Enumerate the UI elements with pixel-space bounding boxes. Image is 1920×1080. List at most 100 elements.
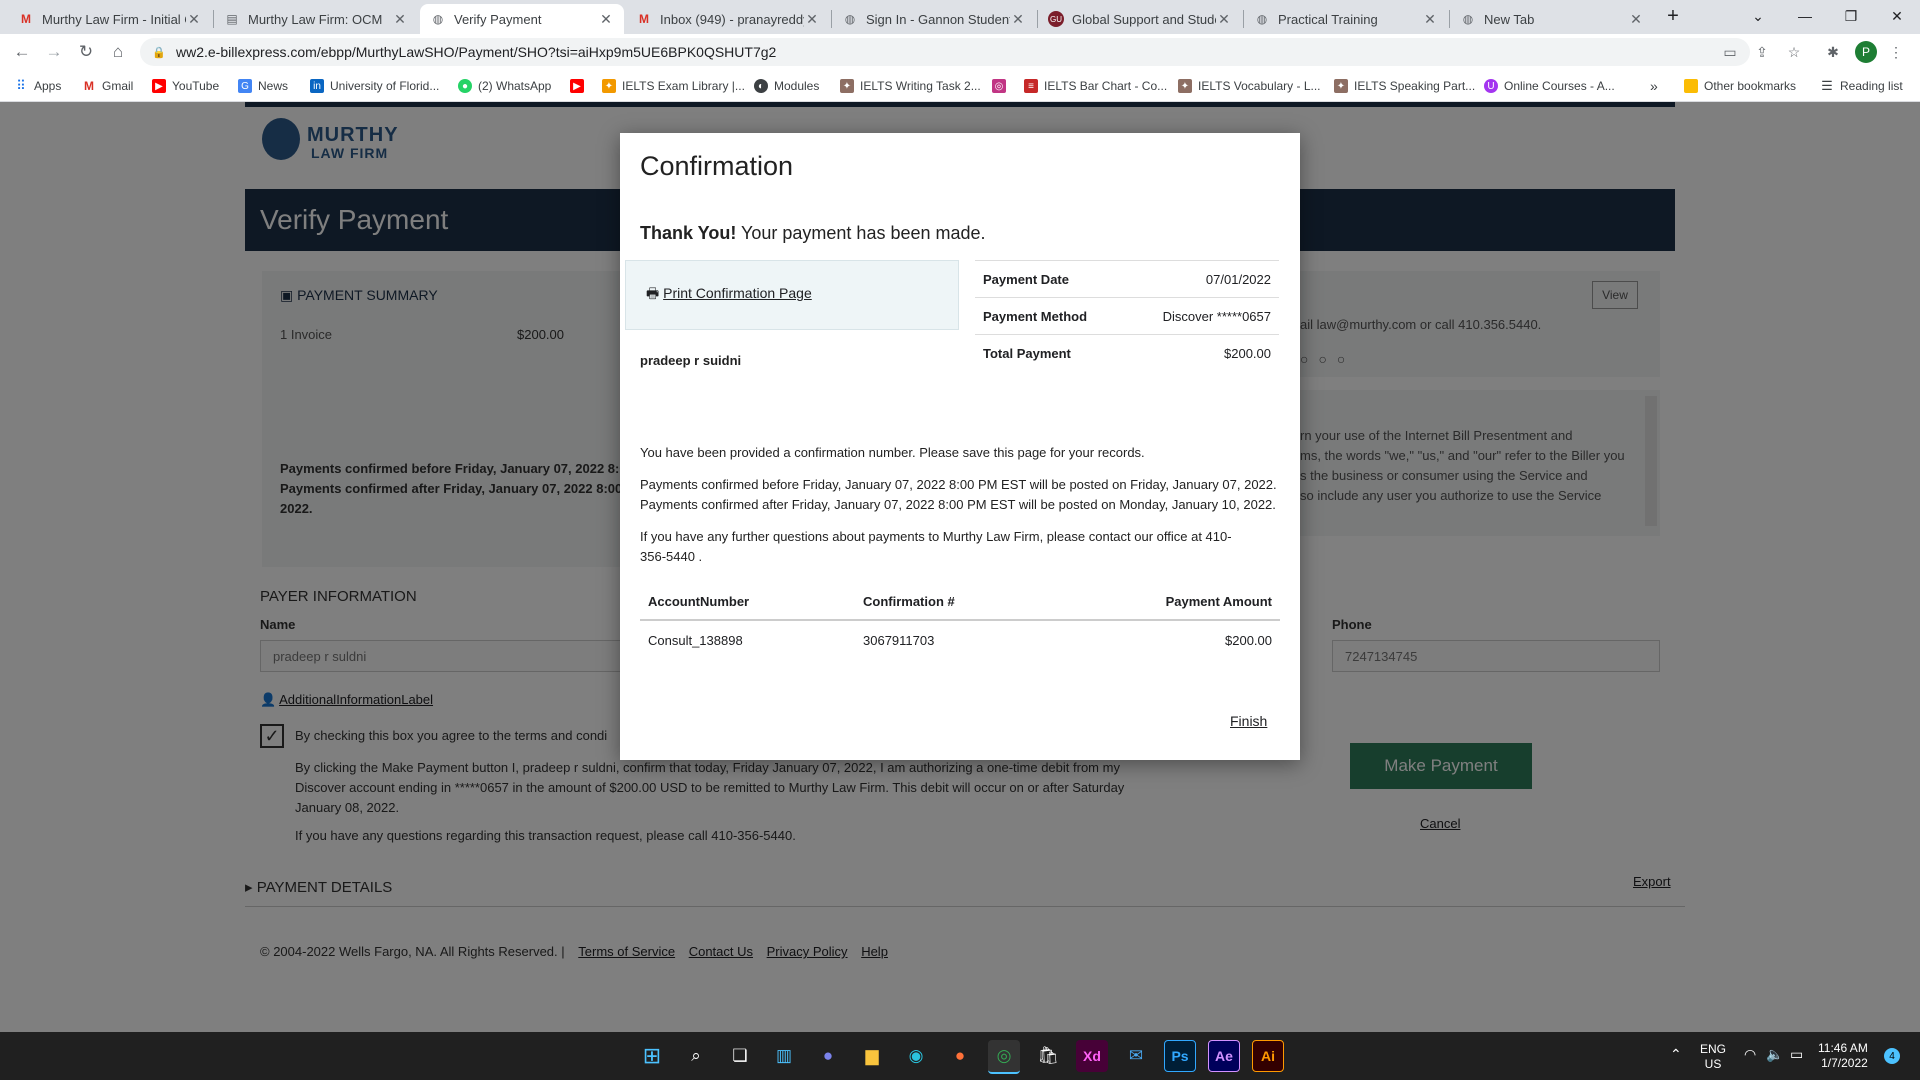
col-account-number: AccountNumber bbox=[648, 593, 750, 609]
bookmark-university[interactable]: in University of Florid... bbox=[310, 77, 439, 95]
payment-summary-table: Payment Date 07/01/2022 Payment Method Dis… bbox=[975, 260, 1279, 371]
reload-icon[interactable]: ↻ bbox=[74, 40, 98, 64]
bookmark-ielts-library[interactable]: ✦ IELTS Exam Library |... bbox=[602, 77, 745, 95]
tab-verify-payment[interactable]: ◍ Verify Payment ✕ bbox=[420, 4, 624, 34]
bookmark-ielts-vocabulary[interactable]: ✦ IELTS Vocabulary - L... bbox=[1178, 77, 1321, 95]
tab-inbox[interactable]: M Inbox (949) - pranayreddy ✕ bbox=[626, 4, 830, 34]
forward-arrow-icon[interactable]: → bbox=[42, 40, 66, 64]
account-number-cell: Consult_138898 bbox=[648, 632, 743, 648]
lock-icon[interactable]: 🔒 bbox=[152, 46, 166, 59]
notification-badge[interactable]: 4 bbox=[1884, 1048, 1900, 1064]
summary-row: Payment Date 07/01/2022 bbox=[975, 260, 1279, 298]
instagram-icon: ◎ bbox=[992, 79, 1006, 93]
volume-icon[interactable]: 🔈 bbox=[1766, 1046, 1783, 1063]
reading-list-icon: ☰ bbox=[1821, 78, 1833, 93]
bookmark-instagram[interactable]: ◎ bbox=[992, 77, 1012, 95]
url-text[interactable]: ww2.e-billexpress.com/ebpp/MurthyLawSHO/… bbox=[176, 44, 776, 60]
address-bar[interactable]: 🔒 ww2.e-billexpress.com/ebpp/MurthyLawSH… bbox=[140, 38, 1750, 66]
tab-murthy-ocm[interactable]: ▤ Murthy Law Firm: OCM ✕ bbox=[214, 4, 418, 34]
tab-new-tab[interactable]: ◍ New Tab ✕ bbox=[1450, 4, 1654, 34]
browser-tab-strip: M Murthy Law Firm - Initial C ✕ ▤ Murthy… bbox=[0, 0, 1920, 34]
close-window-icon[interactable]: ✕ bbox=[1874, 4, 1920, 28]
back-arrow-icon[interactable]: ← bbox=[10, 40, 34, 64]
wifi-icon[interactable]: ◠ bbox=[1744, 1046, 1756, 1063]
bookmark-ielts-speaking[interactable]: ✦ IELTS Speaking Part... bbox=[1334, 77, 1475, 95]
ielts-icon: ✦ bbox=[1178, 79, 1192, 93]
bookmark-news[interactable]: G News bbox=[238, 77, 288, 95]
tray-chevron-icon[interactable]: ⌃ bbox=[1670, 1046, 1682, 1063]
edge-icon[interactable]: ◉ bbox=[900, 1040, 932, 1072]
thank-you-message: Thank You! Your payment has been made. bbox=[640, 223, 986, 243]
after-effects-icon[interactable]: Ae bbox=[1208, 1040, 1240, 1072]
illustrator-icon[interactable]: Ai bbox=[1252, 1040, 1284, 1072]
close-tab-icon[interactable]: ✕ bbox=[1216, 11, 1232, 28]
posting-after: Payments confirmed after Friday, January… bbox=[640, 497, 1276, 512]
ielts-icon: ✦ bbox=[602, 79, 616, 93]
bookmark-online-courses[interactable]: U Online Courses - A... bbox=[1484, 77, 1615, 95]
file-explorer-icon[interactable]: ▆ bbox=[856, 1040, 888, 1072]
bookmark-apps[interactable]: ⠿ Apps bbox=[14, 77, 61, 95]
windows-start-icon[interactable]: ⊞ bbox=[636, 1040, 668, 1072]
bookmarks-bar: ⠿ Apps M Gmail ▶ YouTube G News in University… bbox=[0, 70, 1920, 102]
tab-search-chevron-icon[interactable]: ⌄ bbox=[1735, 4, 1781, 28]
new-tab-plus-icon[interactable]: + bbox=[1650, 4, 1696, 28]
bookmark-youtube[interactable]: ▶ YouTube bbox=[152, 77, 219, 95]
close-tab-icon[interactable]: ✕ bbox=[1010, 11, 1026, 28]
udemy-icon: U bbox=[1484, 79, 1498, 93]
minimize-icon[interactable]: — bbox=[1782, 4, 1828, 28]
close-tab-icon[interactable]: ✕ bbox=[804, 11, 820, 28]
photoshop-icon[interactable]: Ps bbox=[1164, 1040, 1196, 1072]
teams-chat-icon[interactable]: ● bbox=[812, 1040, 844, 1072]
share-icon[interactable]: ⇪ bbox=[1752, 42, 1772, 62]
tab-gannon-sign-in[interactable]: ◍ Sign In - Gannon Student ✕ bbox=[832, 4, 1036, 34]
youtube-icon: ▶ bbox=[570, 79, 584, 93]
clock[interactable]: 11:46 AM 1/7/2022 bbox=[1818, 1041, 1868, 1071]
store-icon[interactable]: 🛍 bbox=[1032, 1040, 1064, 1072]
bookmark-youtube-2[interactable]: ▶ bbox=[570, 77, 590, 95]
reading-list[interactable]: ☰ Reading list bbox=[1820, 77, 1903, 95]
tab-global-support[interactable]: GU Global Support and Stude ✕ bbox=[1038, 4, 1242, 34]
bookmark-star-icon[interactable]: ☆ bbox=[1784, 42, 1804, 62]
close-tab-icon[interactable]: ✕ bbox=[186, 11, 202, 28]
widgets-icon[interactable]: ▥ bbox=[768, 1040, 800, 1072]
confirmation-number-cell: 3067911703 bbox=[863, 632, 935, 648]
restore-icon[interactable]: ❐ bbox=[1828, 4, 1874, 28]
news-icon: G bbox=[238, 79, 252, 93]
battery-icon[interactable]: ▭ bbox=[1790, 1046, 1803, 1063]
search-icon[interactable]: ⌕ bbox=[680, 1040, 712, 1072]
tab-practical-training[interactable]: ◍ Practical Training ✕ bbox=[1244, 4, 1448, 34]
doc-icon: ▤ bbox=[226, 12, 238, 26]
firefox-icon[interactable]: ● bbox=[944, 1040, 976, 1072]
close-tab-icon[interactable]: ✕ bbox=[598, 11, 614, 28]
extensions-puzzle-icon[interactable]: ✱ bbox=[1823, 42, 1843, 62]
close-tab-icon[interactable]: ✕ bbox=[1422, 11, 1438, 28]
bookmark-gmail[interactable]: M Gmail bbox=[82, 77, 133, 95]
confirmation-modal: Confirmation Thank You! Your payment has… bbox=[620, 133, 1300, 760]
close-tab-icon[interactable]: ✕ bbox=[1628, 11, 1644, 28]
tab-murthy-initial[interactable]: M Murthy Law Firm - Initial C ✕ bbox=[8, 4, 212, 34]
bookmark-modules[interactable]: ◐ Modules bbox=[754, 77, 819, 95]
browser-menu-kebab-icon[interactable]: ⋮ bbox=[1886, 42, 1906, 62]
close-tab-icon[interactable]: ✕ bbox=[392, 11, 408, 28]
bookmark-whatsapp[interactable]: ● (2) WhatsApp bbox=[458, 77, 551, 95]
print-confirmation-link[interactable]: 🖶 Print Confirmation Page bbox=[646, 283, 812, 307]
col-confirmation-number: Confirmation # bbox=[863, 593, 955, 609]
print-panel: 🖶 Print Confirmation Page bbox=[625, 260, 959, 330]
profile-avatar[interactable]: P bbox=[1855, 41, 1877, 63]
bookmark-ielts-bar-chart[interactable]: ≡ IELTS Bar Chart - Co... bbox=[1024, 77, 1167, 95]
folder-icon: ​ bbox=[1684, 79, 1698, 93]
bookmark-other-bookmarks[interactable]: ​Other bookmarks bbox=[1684, 77, 1796, 95]
home-icon[interactable]: ⌂ bbox=[106, 40, 130, 64]
install-app-icon[interactable]: ▭ bbox=[1720, 42, 1740, 62]
questions-info: If you have any further questions about … bbox=[640, 529, 1232, 564]
chrome-icon[interactable]: ◎ bbox=[988, 1040, 1020, 1074]
task-view-icon[interactable]: ❏ bbox=[724, 1040, 756, 1072]
adobe-xd-icon[interactable]: Xd bbox=[1076, 1040, 1108, 1072]
mail-icon[interactable]: ✉ bbox=[1120, 1040, 1152, 1072]
linkedin-icon: in bbox=[310, 79, 324, 93]
finish-link[interactable]: Finish bbox=[1230, 713, 1267, 729]
confirmation-note: You have been provided a confirmation nu… bbox=[640, 445, 1145, 460]
language-indicator[interactable]: ENG US bbox=[1700, 1042, 1726, 1072]
bookmark-ielts-writing[interactable]: ✦ IELTS Writing Task 2... bbox=[840, 77, 981, 95]
bookmarks-more-chevron-icon[interactable]: » bbox=[1650, 77, 1658, 95]
